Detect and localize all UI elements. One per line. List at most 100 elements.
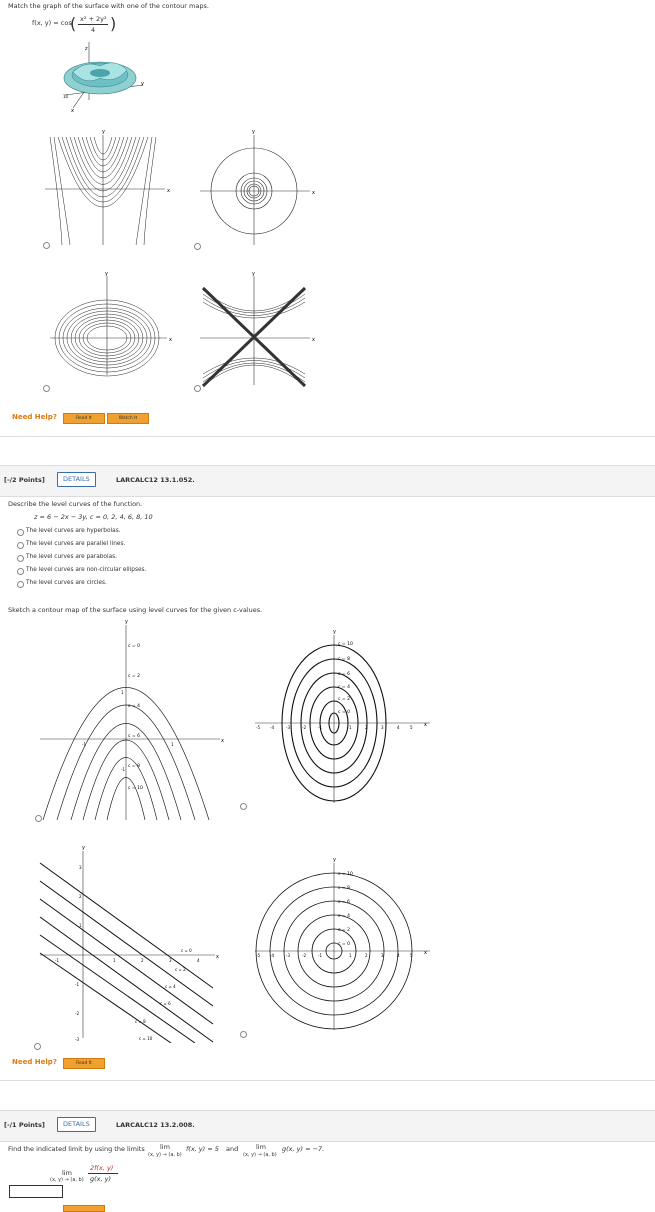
q3-frac-num: 2f(x, y) bbox=[90, 1164, 114, 1172]
radio-map-ellipses[interactable] bbox=[240, 803, 247, 810]
circle-label-3: c = 4 bbox=[338, 913, 350, 919]
option-1[interactable]: The level curves are hyperbolas. bbox=[26, 528, 121, 534]
q2-equation: z = 6 − 2x − 3y, c = 0, 2, 4, 6, 8, 10 bbox=[34, 513, 153, 521]
svg-text:5: 5 bbox=[410, 953, 413, 958]
radio-map-circles[interactable] bbox=[240, 1031, 247, 1038]
svg-text:3: 3 bbox=[79, 865, 82, 870]
q3-frac-den: g(x, y) bbox=[90, 1175, 112, 1183]
contour-option-b: x y bbox=[200, 129, 315, 245]
svg-text:-3: -3 bbox=[75, 1037, 79, 1042]
line-label-0: c = 10 bbox=[139, 1036, 153, 1041]
q3-header bbox=[0, 1110, 655, 1142]
q2-read-it-button[interactable]: Read It bbox=[63, 1058, 105, 1069]
radio-contour-b[interactable] bbox=[194, 243, 201, 250]
svg-text:1: 1 bbox=[349, 953, 352, 958]
svg-text:-3: -3 bbox=[286, 953, 290, 958]
svg-text:-1: -1 bbox=[55, 958, 59, 963]
q2-sketch-prompt: Sketch a contour map of the surface usin… bbox=[8, 606, 263, 614]
circle-label-0: c = 10 bbox=[338, 871, 353, 877]
level-map-circles: yx c = 10 c = 8 c = 6 c = 4 c = 2 c = 0 … bbox=[255, 857, 430, 1030]
surface-y-label: y bbox=[141, 81, 144, 87]
q1-function-label: f(x, y) = cos bbox=[32, 19, 72, 27]
q1-read-it-button[interactable]: Read It bbox=[63, 413, 105, 424]
radio-option-4[interactable] bbox=[17, 568, 24, 575]
q3-prompt: Find the indicated limit by using the li… bbox=[8, 1145, 145, 1153]
option-4[interactable]: The level curves are non-circular ellips… bbox=[26, 567, 146, 573]
parabola-label-5: c = 10 bbox=[128, 785, 143, 791]
svg-text:4: 4 bbox=[397, 725, 400, 730]
q1-watch-it-button[interactable]: Watch It bbox=[107, 413, 149, 424]
circle-label-2: c = 6 bbox=[338, 899, 350, 905]
svg-text:y: y bbox=[333, 857, 336, 863]
level-map-lines: yx 321 -1-2-3 -1 1 2 3 4 c = 10 c = 8 c = 6 … bbox=[39, 845, 219, 1043]
svg-text:-1: -1 bbox=[75, 982, 79, 987]
q2-need-help: Need Help? bbox=[12, 1058, 57, 1066]
axis-x: x bbox=[312, 190, 315, 196]
axis-y: y bbox=[252, 129, 255, 135]
svg-text:-4: -4 bbox=[270, 725, 274, 730]
svg-text:x: x bbox=[216, 954, 219, 960]
q3-frac-bar bbox=[88, 1173, 118, 1174]
q1-function-fraction: ( x² + 2y² 4 ) bbox=[70, 14, 117, 34]
q3-lim-3: lim bbox=[62, 1169, 72, 1177]
svg-text:2: 2 bbox=[365, 725, 368, 730]
svg-text:y: y bbox=[82, 845, 85, 851]
radio-option-1[interactable] bbox=[17, 529, 24, 536]
svg-text:-2: -2 bbox=[75, 1011, 79, 1016]
q3-answer-input[interactable] bbox=[9, 1185, 63, 1198]
parabola-label-4: c = 8 bbox=[128, 763, 140, 769]
ellipse-label-0: c = 10 bbox=[338, 641, 353, 647]
circle-label-4: c = 2 bbox=[338, 927, 350, 933]
q2-points: [-/2 Points] bbox=[4, 476, 45, 484]
line-label-2: c = 6 bbox=[160, 1001, 171, 1006]
radio-option-5[interactable] bbox=[17, 581, 24, 588]
radio-contour-d[interactable] bbox=[194, 385, 201, 392]
svg-text:1: 1 bbox=[171, 742, 174, 747]
svg-text:3: 3 bbox=[381, 725, 384, 730]
radio-map-parabolas[interactable] bbox=[35, 815, 42, 822]
q3-points: [-/1 Points] bbox=[4, 1121, 45, 1129]
svg-text:3: 3 bbox=[169, 958, 172, 963]
axis-y: y bbox=[102, 129, 105, 135]
level-map-ellipses: yx c = 10 c = 8 c = 6 c = 4 c = 2 c = 0 … bbox=[255, 629, 430, 803]
svg-text:-3: -3 bbox=[286, 725, 290, 730]
svg-text:-5: -5 bbox=[256, 725, 260, 730]
svg-text:1: 1 bbox=[121, 690, 124, 695]
radio-option-3[interactable] bbox=[17, 555, 24, 562]
radio-option-2[interactable] bbox=[17, 542, 24, 549]
ellipse-label-2: c = 6 bbox=[338, 671, 350, 677]
surface-x-label: x bbox=[71, 108, 74, 114]
q2-details-button[interactable]: DETAILS bbox=[57, 472, 96, 487]
q3-read-it-button[interactable] bbox=[63, 1205, 105, 1212]
surface-z-label: z bbox=[85, 46, 88, 52]
q3-code: LARCALC12 13.2.008. bbox=[116, 1121, 195, 1129]
svg-text:x: x bbox=[424, 722, 427, 728]
q2-prompt: Describe the level curves of the functio… bbox=[8, 500, 143, 508]
radio-map-lines[interactable] bbox=[34, 1043, 41, 1050]
svg-text:2: 2 bbox=[79, 894, 82, 899]
svg-text:x: x bbox=[424, 950, 427, 956]
q3-and: and bbox=[226, 1145, 239, 1153]
svg-text:-4: -4 bbox=[270, 953, 274, 958]
q3-details-button[interactable]: DETAILS bbox=[57, 1117, 96, 1132]
contour-option-a: x y bbox=[45, 129, 170, 246]
option-5[interactable]: The level curves are circles. bbox=[26, 580, 107, 586]
ellipse-label-3: c = 4 bbox=[338, 684, 350, 690]
parabola-label-3: c = 6 bbox=[128, 733, 140, 739]
svg-text:-1: -1 bbox=[121, 767, 125, 772]
axis-x: x bbox=[312, 337, 315, 343]
axis-y: y bbox=[252, 271, 255, 277]
q3-lim-1: lim bbox=[160, 1143, 170, 1151]
radio-contour-c[interactable] bbox=[43, 385, 50, 392]
axis-x: x bbox=[169, 337, 172, 343]
svg-text:-5: -5 bbox=[256, 953, 260, 958]
ellipse-label-5: c = 0 bbox=[338, 709, 350, 715]
q3-lim-1-sub: (x, y) → (a, b) bbox=[148, 1152, 182, 1158]
option-2[interactable]: The level curves are parallel lines. bbox=[26, 541, 125, 547]
svg-text:-2: -2 bbox=[302, 725, 306, 730]
option-3[interactable]: The level curves are parabolas. bbox=[26, 554, 117, 560]
q1-need-help: Need Help? bbox=[12, 413, 57, 421]
svg-text:-2: -2 bbox=[302, 953, 306, 958]
radio-contour-a[interactable] bbox=[43, 242, 50, 249]
q1-instruction: Match the graph of the surface with one … bbox=[8, 2, 209, 10]
